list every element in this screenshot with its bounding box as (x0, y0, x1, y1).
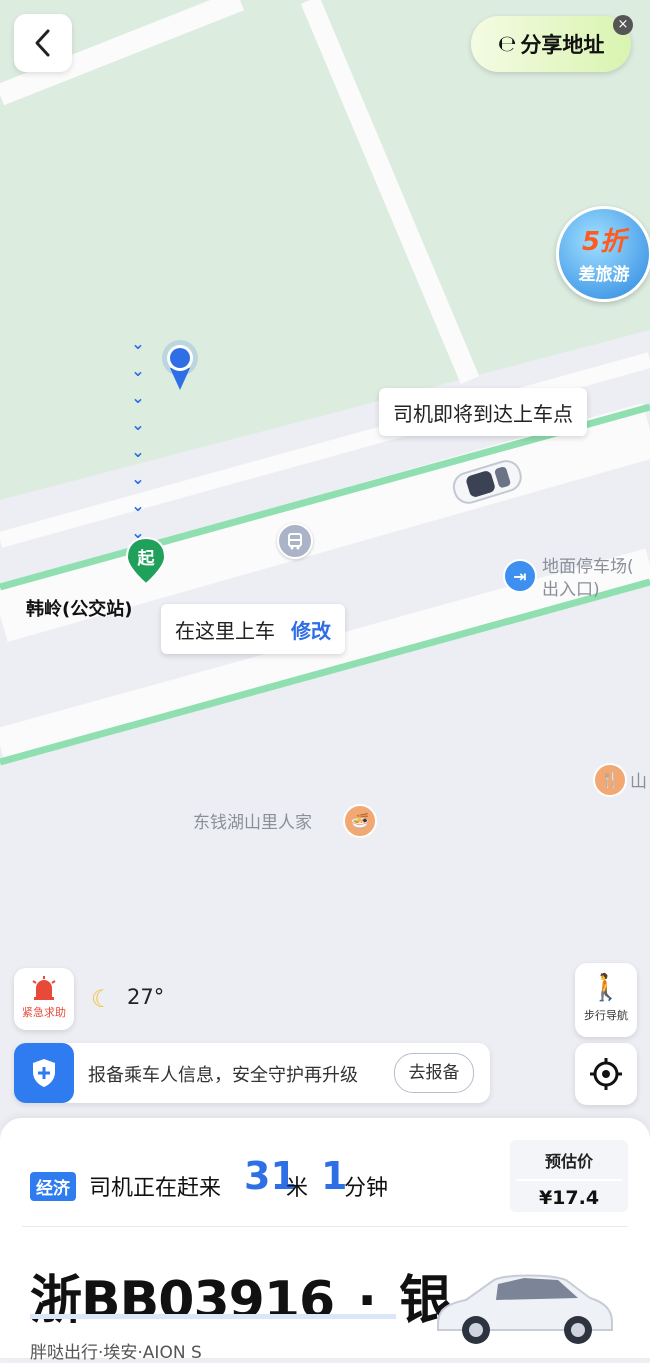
eta-unit: 分钟 (344, 1176, 389, 1201)
pickup-edit-link[interactable]: 修改 (291, 615, 331, 644)
plate-separator: · (357, 1271, 377, 1331)
walk-route-line: ⌄ ⌄ ⌄ ⌄ ⌄ ⌄ ⌄ ⌄ (131, 334, 145, 542)
restaurant-poi-icon[interactable]: 🍜 (343, 804, 377, 838)
service-badge: 经济 (30, 1172, 76, 1201)
bus-stop-icon[interactable] (277, 523, 313, 559)
parking-entrance-icon[interactable]: ⇥ (503, 559, 537, 593)
pickup-point-text: 在这里上车 (175, 618, 275, 643)
crosshair-icon (590, 1058, 622, 1090)
walk-nav-label: 步行导航 (584, 1009, 628, 1022)
driver-arriving-bubble: 司机即将到达上车点 (379, 388, 587, 436)
vehicle-desc: 胖哒出行·埃安·AION S (30, 1343, 202, 1363)
weather-temp: 27° (127, 985, 165, 1009)
price-title: 预估价 (544, 1152, 593, 1171)
back-button[interactable] (14, 14, 72, 72)
price-divider (516, 1179, 622, 1181)
promo-text: 差旅游 (578, 265, 630, 285)
shield-icon (14, 1043, 74, 1103)
sos-label: 紧急求助 (22, 1006, 66, 1019)
locate-me-button[interactable] (575, 1043, 637, 1105)
safety-report-button[interactable]: 去报备 (394, 1053, 474, 1093)
map-view[interactable]: ⌄ ⌄ ⌄ ⌄ ⌄ ⌄ ⌄ ⌄ 起 韩岭(公交站) 司机即将到达上车点 ⇥ 地面… (0, 0, 650, 1130)
distance-unit: 米 (286, 1176, 309, 1201)
price-card[interactable]: 预估价 ¥17.4 (510, 1140, 628, 1212)
share-logo-icon: ℮ (497, 31, 517, 57)
parking-label-line2: 出入口) (542, 580, 600, 600)
weather-moon-icon: ☾ (91, 985, 113, 1013)
share-close-icon[interactable]: × (613, 15, 633, 35)
share-address-button[interactable]: ℮ 分享地址 (471, 16, 631, 72)
walk-nav-button[interactable]: 🚶 步行导航 (575, 963, 637, 1037)
partial-poi-label: 山 (630, 772, 647, 792)
start-marker-icon: 起 (125, 536, 167, 586)
safety-report-bar[interactable]: 报备乘车人信息，安全守护再升级 去报备 (14, 1043, 490, 1103)
pickup-point-bubble: 在这里上车 修改 (161, 604, 345, 654)
driver-status: 司机正在赶来 (89, 1176, 222, 1201)
walking-person-icon: 🚶 (589, 973, 623, 1003)
sos-button[interactable]: 紧急求助 (14, 968, 74, 1030)
price-value: ¥17.4 (538, 1187, 600, 1209)
promo-badge[interactable]: 5折 差旅游 (556, 206, 650, 302)
back-arrow-icon (35, 29, 50, 57)
car-image (432, 1266, 616, 1350)
plate-underline (30, 1314, 396, 1319)
alarm-icon (31, 976, 57, 1000)
user-location-icon (160, 340, 200, 396)
food-poi-icon[interactable]: 🍴 (593, 763, 627, 797)
restaurant-poi-label: 东钱湖山里人家 (193, 813, 312, 833)
plate-row: 浙BB03916 · 银 (30, 1258, 451, 1333)
start-marker-label: 起 (137, 549, 155, 569)
driver-car-icon (447, 455, 527, 511)
promo-discount: 5折 (581, 227, 627, 257)
share-address-label: 分享地址 (520, 33, 605, 57)
safety-text: 报备乘车人信息，安全守护再升级 (88, 1065, 358, 1086)
plate-number: 浙BB03916 (30, 1271, 335, 1331)
driver-arriving-text: 司机即将到达上车点 (393, 401, 573, 426)
trip-info-sheet: 经济 司机正在赶来 31 米 1 分钟 预估价 ¥17.4 浙BB03916 ·… (0, 1118, 650, 1363)
parking-label-line1: 地面停车场( (542, 557, 634, 577)
bus-stop-name: 韩岭(公交站) (26, 599, 133, 620)
sheet-divider (22, 1226, 628, 1227)
